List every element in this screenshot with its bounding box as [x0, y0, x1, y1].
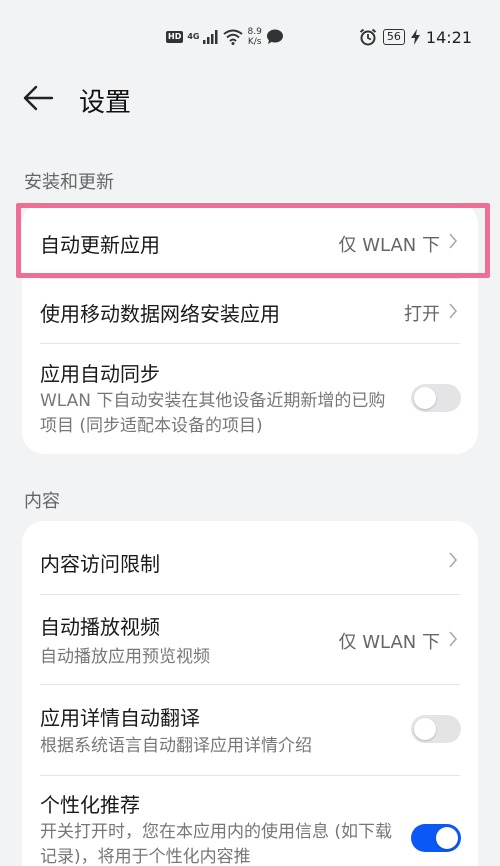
chevron-right-icon — [449, 631, 458, 647]
row-value: 打开 — [404, 304, 440, 325]
toggle-knob — [414, 387, 436, 409]
chevron-right-icon — [449, 233, 458, 249]
row-value: 仅 WLAN 下 — [338, 632, 440, 653]
page-title: 设置 — [79, 88, 132, 118]
network-type: 4G — [187, 32, 200, 41]
row-title: 内容访问限制 — [40, 552, 160, 576]
row-title: 自动播放视频 — [40, 615, 160, 639]
row-subtitle: WLAN 下自动安装在其他设备近期新增的已购项目 (同步适配本设备的项目) — [40, 391, 386, 436]
charging-icon — [410, 29, 420, 45]
clock: 14:21 — [425, 27, 472, 47]
back-arrow-icon[interactable] — [22, 84, 54, 112]
wifi-icon — [223, 29, 244, 45]
personalized-recommendation-toggle[interactable] — [411, 824, 461, 852]
section-label-install-update: 安装和更新 — [24, 172, 114, 193]
card-install-update: 自动更新应用 仅 WLAN 下 使用移动数据网络安装应用 打开 应用自动同步 W… — [22, 202, 478, 454]
row-personalized-recommendation: 个性化推荐 开关打开时，您在本应用内的使用信息 (如下载记录)，将用于个性化内容… — [22, 776, 478, 866]
row-subtitle: 根据系统语言自动翻译应用详情介绍 — [40, 736, 312, 756]
toggle-knob — [436, 827, 458, 849]
row-content-restrictions[interactable]: 内容访问限制 — [22, 521, 478, 593]
row-title: 使用移动数据网络安装应用 — [40, 302, 280, 326]
chevron-right-icon — [449, 552, 458, 568]
alarm-icon — [359, 28, 377, 46]
status-left: HD 4G 8.9 K/s — [166, 26, 284, 48]
row-mobile-data-install[interactable]: 使用移动数据网络安装应用 打开 — [22, 278, 478, 344]
chevron-right-icon — [449, 303, 458, 319]
row-title: 应用自动同步 — [40, 362, 160, 386]
row-value: 仅 WLAN 下 — [338, 235, 440, 256]
signal-icon — [203, 30, 218, 44]
speed-value: 8.9 — [247, 27, 262, 37]
section-label-content: 内容 — [24, 491, 60, 512]
speed-unit: K/s — [247, 37, 262, 47]
message-icon — [266, 29, 283, 44]
network-speed: 8.9 K/s — [247, 27, 261, 47]
auto-translate-toggle[interactable] — [411, 715, 461, 743]
row-title: 自动更新应用 — [40, 233, 160, 257]
row-title: 应用详情自动翻译 — [40, 706, 200, 730]
row-auto-translate: 应用详情自动翻译 根据系统语言自动翻译应用详情介绍 — [22, 685, 478, 775]
status-right: 56 14:21 — [359, 26, 472, 48]
row-title: 个性化推荐 — [40, 793, 140, 817]
row-app-auto-sync: 应用自动同步 WLAN 下自动安装在其他设备近期新增的已购项目 (同步适配本设备… — [22, 344, 478, 454]
card-content: 内容访问限制 自动播放视频 自动播放应用预览视频 仅 WLAN 下 应用详情自动… — [22, 521, 478, 866]
auto-sync-toggle[interactable] — [411, 384, 461, 412]
row-auto-update-apps[interactable]: 自动更新应用 仅 WLAN 下 — [22, 202, 478, 280]
row-subtitle: 开关打开时，您在本应用内的使用信息 (如下载记录)，将用于个性化内容推 — [40, 822, 393, 866]
battery-indicator: 56 — [382, 29, 405, 45]
toggle-knob — [414, 718, 436, 740]
hd-badge: HD — [166, 31, 184, 43]
row-autoplay-video[interactable]: 自动播放视频 自动播放应用预览视频 仅 WLAN 下 — [22, 595, 478, 683]
status-bar: HD 4G 8.9 K/s 56 14:21 — [0, 0, 500, 76]
